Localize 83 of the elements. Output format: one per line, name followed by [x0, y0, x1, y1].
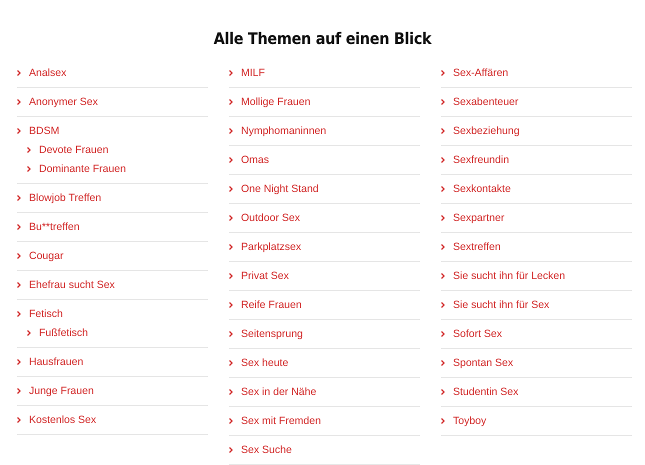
chevron-icon [27, 330, 31, 336]
chevron-icon [441, 388, 445, 394]
topic-link[interactable]: Blowjob Treffen [29, 192, 102, 204]
topic-link[interactable]: Sexabenteuer [453, 96, 518, 108]
topic-link[interactable]: Devote Frauen [39, 144, 108, 156]
chevron-icon [229, 446, 233, 452]
chevron-icon [229, 330, 233, 336]
chevron-icon [441, 98, 445, 104]
topic-link[interactable]: Dominante Frauen [39, 162, 126, 174]
chevron-icon [229, 272, 233, 278]
topic-link[interactable]: Fußfetisch [39, 326, 88, 338]
topic-link[interactable]: Nymphomaninnen [241, 124, 326, 136]
topic-link[interactable]: Junge Frauen [29, 384, 94, 396]
topic-link[interactable]: Sofort Sex [453, 328, 502, 340]
topic-link[interactable]: Outdoor Sex [241, 212, 300, 224]
topic-link[interactable]: Spontan Sex [453, 356, 514, 368]
chevron-icon [17, 70, 21, 76]
chevron-icon [17, 128, 21, 134]
chevron-icon [229, 244, 233, 250]
chevron-icon [17, 224, 21, 230]
section-heading: Alle Themen auf einen Blick [212, 28, 433, 49]
topic-link[interactable]: One Night Stand [241, 182, 319, 194]
topic-link[interactable]: Sexpartner [453, 212, 504, 224]
chevron-icon [229, 360, 233, 366]
topic-link[interactable]: Sex in der Nähe [241, 386, 316, 398]
chevron-icon [441, 128, 445, 134]
topic-link[interactable]: Sie sucht ihn für Sex [453, 298, 550, 310]
chevron-icon [17, 252, 21, 258]
chevron-icon [17, 194, 21, 200]
chevron-icon [27, 146, 31, 152]
chevron-icon [441, 418, 445, 424]
topic-link[interactable]: Hausfrauen [29, 356, 84, 368]
chevron-icon [229, 214, 233, 220]
topic-link[interactable]: Sex mit Fremden [241, 414, 321, 426]
topic-link[interactable]: Seitensprung [241, 328, 303, 340]
topic-link[interactable]: Kostenlos Sex [29, 414, 96, 426]
chevron-icon [441, 272, 445, 278]
chevron-icon [229, 418, 233, 424]
chevron-icon [441, 156, 445, 162]
chevron-icon [229, 128, 233, 134]
chevron-icon [441, 330, 445, 336]
chevron-icon [17, 98, 21, 104]
chevron-icon [229, 98, 233, 104]
topic-link[interactable]: Mollige Frauen [241, 96, 310, 108]
topic-link[interactable]: Cougar [29, 250, 64, 262]
topic-link[interactable]: Sexkontakte [453, 182, 511, 194]
topic-link[interactable]: BDSM [29, 124, 60, 136]
chevron-icon [229, 156, 233, 162]
topic-link[interactable]: Bu**treffen [29, 220, 80, 232]
topic-link[interactable]: Parkplatzsex [241, 240, 302, 252]
topic-link[interactable]: Sexfreundin [453, 154, 510, 166]
topic-link[interactable]: Anonymer Sex [29, 96, 98, 108]
chevron-icon [229, 70, 233, 76]
chevron-icon [441, 302, 445, 308]
topic-link[interactable]: Analsex [29, 66, 66, 78]
chevron-icon [17, 388, 21, 394]
chevron-icon [229, 302, 233, 308]
topic-link[interactable]: Ehefrau sucht Sex [29, 278, 115, 290]
chevron-icon [27, 166, 31, 172]
topic-link[interactable]: Fetisch [29, 308, 63, 320]
topic-link[interactable]: Sex heute [241, 356, 288, 368]
chevron-icon [441, 214, 445, 220]
chevron-icon [441, 70, 445, 76]
chevron-icon [17, 282, 21, 288]
topic-link[interactable]: Sex Suche [241, 444, 292, 456]
topic-link[interactable]: Omas [241, 154, 270, 166]
topic-link[interactable]: Sex-Affären [453, 66, 508, 78]
chevron-icon [441, 244, 445, 250]
topic-link[interactable]: MILF [241, 66, 265, 78]
chevron-icon [17, 416, 21, 422]
chevron-icon [229, 388, 233, 394]
topic-link[interactable]: Sextreffen [453, 240, 501, 252]
topic-link[interactable]: Toyboy [453, 414, 486, 426]
chevron-icon [441, 360, 445, 366]
chevron-icon [229, 186, 233, 192]
topic-link[interactable]: Privat Sex [241, 270, 289, 282]
topic-link[interactable]: Sie sucht ihn für Lecken [453, 270, 566, 282]
topic-link[interactable]: Reife Frauen [241, 298, 302, 310]
topic-link[interactable]: Sexbeziehung [453, 124, 520, 136]
chevron-icon [441, 186, 445, 192]
topic-link[interactable]: Studentin Sex [453, 386, 518, 398]
chevron-icon [17, 310, 21, 316]
chevron-icon [17, 358, 21, 364]
